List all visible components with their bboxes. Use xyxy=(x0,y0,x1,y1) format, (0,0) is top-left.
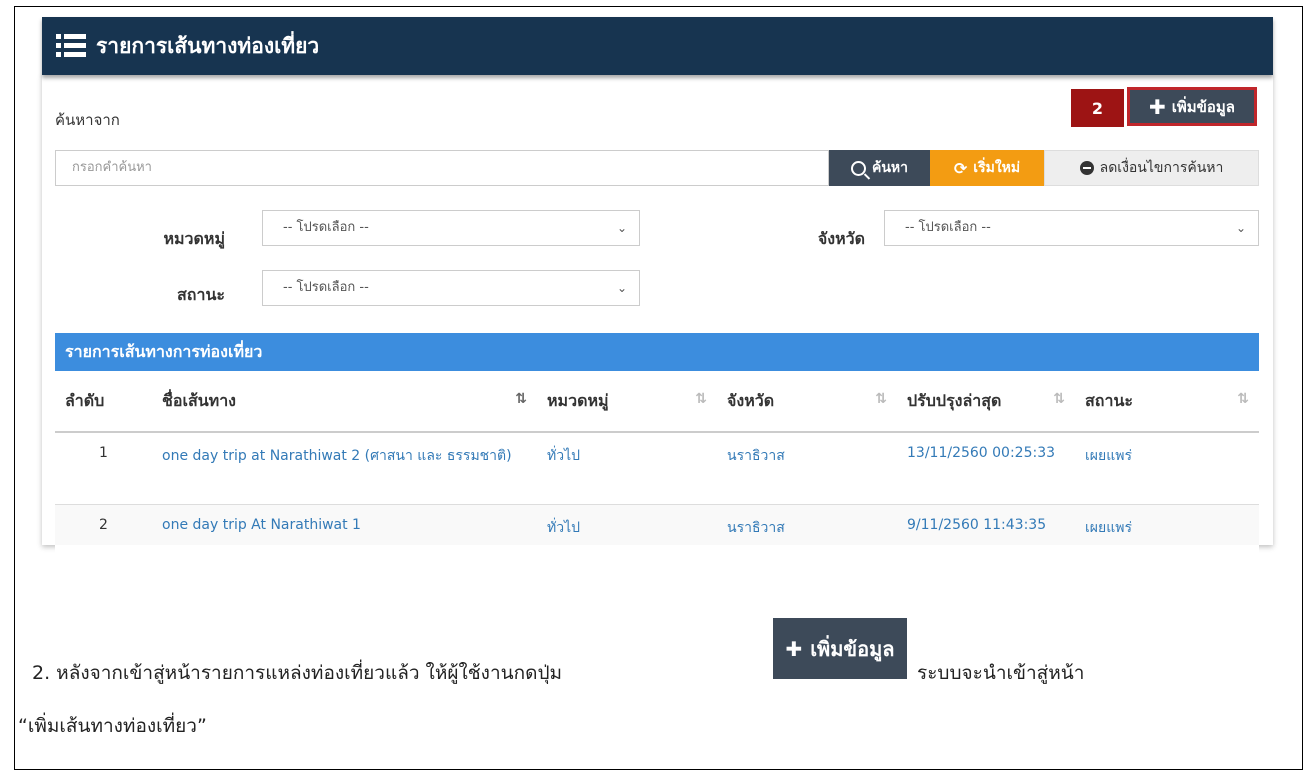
reset-button[interactable]: ⟳ เริ่มใหม่ xyxy=(930,150,1044,186)
search-button[interactable]: ค้นหา xyxy=(829,150,930,186)
sort-icon: ⇅ xyxy=(695,391,707,407)
reset-button-label: เริ่มใหม่ xyxy=(973,160,1021,176)
less-conditions-label: ลดเงื่อนไขการค้นหา xyxy=(1099,160,1224,176)
cell-province-link[interactable]: นราธิวาส xyxy=(717,431,897,504)
column-label: ชื่อเส้นทาง xyxy=(162,390,236,410)
list-icon xyxy=(56,34,86,58)
chevron-down-icon: ⌄ xyxy=(616,221,627,235)
column-label: จังหวัด xyxy=(727,390,775,410)
column-label: สถานะ xyxy=(1085,390,1133,410)
instruction-text-line2: “เพิ่มเส้นทางท่องเที่ยว” xyxy=(18,715,207,737)
status-label: สถานะ xyxy=(177,285,225,304)
column-header-status[interactable]: สถานะ ⇅ xyxy=(1075,371,1259,433)
screenshot-crop-edge xyxy=(55,545,1259,555)
add-data-illustration-label: เพิ่มข้อมูล xyxy=(810,636,895,661)
column-header-category[interactable]: หมวดหมู่ ⇅ xyxy=(537,371,717,433)
category-label: หมวดหมู่ xyxy=(163,229,225,248)
category-select[interactable]: -- โปรดเลือก -- ⌄ xyxy=(262,210,640,246)
search-from-label: ค้นหาจาก xyxy=(55,111,120,129)
cell-updated-link[interactable]: 13/11/2560 00:25:33 xyxy=(897,431,1075,504)
step-badge: 2 xyxy=(1071,89,1124,127)
status-select[interactable]: -- โปรดเลือก -- ⌄ xyxy=(262,270,640,306)
cell-route-name-link[interactable]: one day trip at Narathiwat 2 (ศาสนา และ … xyxy=(152,431,537,504)
column-label: ปรับปรุงล่าสุด xyxy=(907,390,1002,410)
search-input[interactable]: กรอกคำค้นหา xyxy=(55,150,829,186)
panel-header: รายการเส้นทางท่องเที่ยว xyxy=(42,17,1273,75)
chevron-down-icon: ⌄ xyxy=(616,281,627,295)
column-label: หมวดหมู่ xyxy=(547,390,609,410)
sort-icon: ⇅ xyxy=(1053,391,1065,407)
cell-no: 1 xyxy=(55,431,152,504)
column-header-updated[interactable]: ปรับปรุงล่าสุด ⇅ xyxy=(897,371,1075,433)
refresh-icon: ⟳ xyxy=(953,158,968,178)
routes-table: ลำดับ ชื่อเส้นทาง ⇅ หมวดหมู่ ⇅ จังหวัด ⇅ ปร… xyxy=(55,371,1259,554)
chevron-down-icon: ⌄ xyxy=(1235,221,1246,235)
cell-status-link[interactable]: เผยแพร่ xyxy=(1075,431,1259,504)
column-header-name[interactable]: ชื่อเส้นทาง ⇅ xyxy=(152,371,537,433)
add-data-button-illustration: ✚ เพิ่มข้อมูล xyxy=(773,618,907,679)
table-row: 1 one day trip at Narathiwat 2 (ศาสนา แล… xyxy=(55,431,1259,504)
cell-category-link[interactable]: ทั่วไป xyxy=(537,431,717,504)
instruction-text-after: ระบบจะนำเข้าสู่หน้า xyxy=(917,662,1085,684)
instruction-text: 2. หลังจากเข้าสู่หน้ารายการแหล่งท่องเที่… xyxy=(32,662,563,684)
sort-icon: ⇅ xyxy=(875,391,887,407)
status-select-value: -- โปรดเลือก -- xyxy=(283,280,369,295)
category-select-value: -- โปรดเลือก -- xyxy=(283,220,369,235)
province-select-value: -- โปรดเลือก -- xyxy=(905,220,991,235)
minus-circle-icon xyxy=(1079,161,1094,175)
column-header-no[interactable]: ลำดับ xyxy=(55,371,152,433)
column-label: ลำดับ xyxy=(65,390,105,410)
add-data-button[interactable]: ✚ เพิ่มข้อมูล xyxy=(1127,87,1257,126)
sort-asc-icon: ⇅ xyxy=(515,391,527,407)
sort-icon: ⇅ xyxy=(1237,391,1249,407)
province-select[interactable]: -- โปรดเลือก -- ⌄ xyxy=(884,210,1259,246)
table-heading: รายการเส้นทางการท่องเที่ยว xyxy=(55,333,1259,371)
less-conditions-button[interactable]: ลดเงื่อนไขการค้นหา xyxy=(1044,150,1259,186)
add-data-label: เพิ่มข้อมูล xyxy=(1171,97,1235,116)
column-header-province[interactable]: จังหวัด ⇅ xyxy=(717,371,897,433)
search-icon xyxy=(850,160,866,176)
plus-icon: ✚ xyxy=(1148,94,1166,119)
search-button-label: ค้นหา xyxy=(871,160,909,176)
panel-title: รายการเส้นทางท่องเที่ยว xyxy=(96,33,320,58)
plus-icon: ✚ xyxy=(785,636,803,661)
province-label: จังหวัด xyxy=(817,229,865,248)
